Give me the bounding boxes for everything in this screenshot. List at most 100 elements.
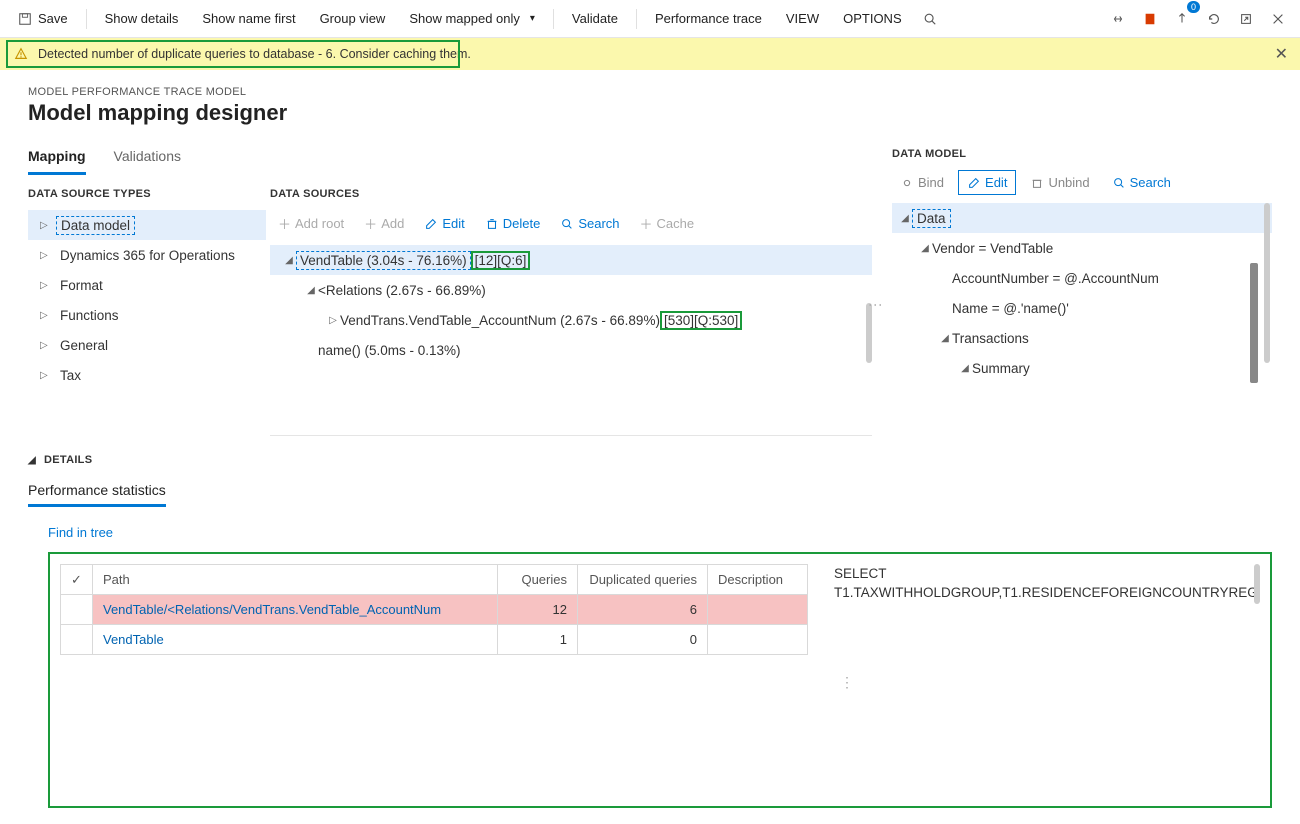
caret-down-icon: ◢ — [28, 455, 36, 466]
tab-performance-statistics[interactable]: Performance statistics — [28, 478, 166, 507]
ds-type-data-model[interactable]: ▷Data model — [28, 210, 266, 240]
search-icon — [560, 217, 574, 231]
edit-dm-button[interactable]: Edit — [958, 170, 1016, 195]
table-header-row: ✓ Path Queries Duplicated queries Descri… — [61, 565, 808, 595]
col-desc[interactable]: Description — [708, 565, 808, 595]
caret-icon: ▷ — [40, 250, 56, 261]
details-label: DETAILS — [44, 454, 92, 466]
view-button[interactable]: VIEW — [776, 7, 829, 30]
dm-text: Summary — [972, 361, 1030, 376]
ds-type-format[interactable]: ▷Format — [28, 270, 266, 300]
show-details-button[interactable]: Show details — [95, 7, 189, 30]
query-count-highlight: [12][Q:6] — [471, 251, 531, 270]
search-icon — [1112, 176, 1126, 190]
data-model-tree: ◢Data ◢Vendor = VendTable AccountNumber … — [892, 203, 1272, 383]
search-label: Search — [1130, 175, 1171, 190]
popout-button[interactable] — [1232, 5, 1260, 33]
performance-trace-button[interactable]: Performance trace — [645, 7, 772, 30]
dm-row-summary[interactable]: ◢Summary — [892, 353, 1272, 383]
options-button[interactable]: OPTIONS — [833, 7, 912, 30]
cell-path[interactable]: VendTable/<Relations/VendTrans.VendTable… — [93, 595, 498, 625]
group-view-button[interactable]: Group view — [310, 7, 396, 30]
cache-button: ＋Cache — [632, 210, 703, 237]
find-in-tree-link[interactable]: Find in tree — [48, 525, 113, 540]
ds-type-general[interactable]: ▷General — [28, 330, 266, 360]
bind-button[interactable]: Bind — [892, 171, 952, 194]
ds-type-label: Data model — [56, 216, 135, 235]
ds-type-functions[interactable]: ▷Functions — [28, 300, 266, 330]
pencil-icon — [967, 176, 981, 190]
close-icon — [1271, 12, 1285, 26]
performance-grid: ✓ Path Queries Duplicated queries Descri… — [60, 564, 808, 796]
caret-icon: ▷ — [40, 340, 56, 351]
separator — [553, 9, 554, 29]
tree-row-vendtrans[interactable]: ▷ VendTrans.VendTable_AccountNum (2.67s … — [270, 305, 872, 335]
validate-button[interactable]: Validate — [562, 7, 628, 30]
pencil-icon — [424, 217, 438, 231]
col-dup[interactable]: Duplicated queries — [578, 565, 708, 595]
office-button[interactable] — [1136, 5, 1164, 33]
dm-row-data[interactable]: ◢Data — [892, 203, 1272, 233]
search-button-mid[interactable]: Search — [552, 210, 627, 237]
tree-text: VendTrans.VendTable_AccountNum (2.67s - … — [340, 313, 660, 328]
caret-right-icon: ▷ — [326, 315, 340, 326]
scroll-indicator — [1250, 263, 1258, 383]
chevron-down-icon: ▾ — [530, 13, 535, 24]
save-button[interactable]: Save — [8, 7, 78, 30]
popout-icon — [1239, 12, 1253, 26]
dm-row-transactions[interactable]: ◢Transactions — [892, 323, 1272, 353]
tree-row-name[interactable]: name() (5.0ms - 0.13%) — [270, 335, 872, 365]
refresh-button[interactable] — [1200, 5, 1228, 33]
delete-button[interactable]: Delete — [477, 210, 549, 237]
unbind-button[interactable]: Unbind — [1022, 171, 1097, 194]
dm-row-vendor[interactable]: ◢Vendor = VendTable — [892, 233, 1272, 263]
tree-row-vendtable[interactable]: ◢ VendTable (3.04s - 76.16%)[12][Q:6] — [270, 245, 872, 275]
caret-down-icon: ◢ — [898, 213, 912, 224]
group-view-label: Group view — [320, 11, 386, 26]
save-label: Save — [38, 11, 68, 26]
close-button[interactable] — [1264, 5, 1292, 33]
col-queries[interactable]: Queries — [498, 565, 578, 595]
details-header[interactable]: ◢ DETAILS — [28, 454, 1272, 466]
caret-down-icon: ◢ — [304, 285, 318, 296]
col-check[interactable]: ✓ — [61, 565, 93, 595]
dm-text: Vendor = VendTable — [932, 241, 1053, 256]
table-row[interactable]: VendTable 1 0 — [61, 625, 808, 655]
cell-path[interactable]: VendTable — [93, 625, 498, 655]
warning-bar: Detected number of duplicate queries to … — [0, 38, 1300, 70]
show-mapped-only-button[interactable]: Show mapped only▾ — [399, 7, 545, 30]
table-row[interactable]: VendTable/<Relations/VendTrans.VendTable… — [61, 595, 808, 625]
show-name-first-label: Show name first — [202, 11, 295, 26]
cell-queries: 12 — [498, 595, 578, 625]
notifications-button[interactable]: 0 — [1168, 5, 1196, 33]
dm-row-accountnum[interactable]: AccountNumber = @.AccountNum — [892, 263, 1272, 293]
edit-button[interactable]: Edit — [416, 210, 472, 237]
warning-close-button[interactable]: ✕ — [1275, 44, 1288, 64]
attach-icon — [1175, 12, 1189, 26]
cell-dup: 0 — [578, 625, 708, 655]
ds-type-tax[interactable]: ▷Tax — [28, 360, 266, 390]
col-path[interactable]: Path — [93, 565, 498, 595]
dm-text: Transactions — [952, 331, 1029, 346]
view-label: VIEW — [786, 11, 819, 26]
breadcrumb: MODEL PERFORMANCE TRACE MODEL — [28, 86, 1272, 98]
show-name-first-button[interactable]: Show name first — [192, 7, 305, 30]
dm-row-name[interactable]: Name = @.'name()' — [892, 293, 1272, 323]
link-button[interactable] — [1104, 5, 1132, 33]
ds-type-label: Functions — [56, 306, 123, 325]
trash-icon — [485, 217, 499, 231]
tree-row-relations[interactable]: ◢ <Relations (2.67s - 66.89%) — [270, 275, 872, 305]
tab-mapping[interactable]: Mapping — [28, 144, 86, 175]
ds-type-d365[interactable]: ▷Dynamics 365 for Operations — [28, 240, 266, 270]
tree-text: name() (5.0ms - 0.13%) — [318, 343, 461, 358]
refresh-icon — [1207, 12, 1221, 26]
search-dm-button[interactable]: Search — [1104, 171, 1179, 194]
add-button: ＋Add — [356, 210, 412, 237]
scrollbar[interactable] — [1264, 203, 1270, 363]
cell-dup: 6 — [578, 595, 708, 625]
separator — [636, 9, 637, 29]
search-button[interactable] — [916, 5, 944, 33]
tab-validations[interactable]: Validations — [114, 144, 181, 175]
separator — [86, 9, 87, 29]
ds-type-label: Format — [56, 276, 107, 295]
